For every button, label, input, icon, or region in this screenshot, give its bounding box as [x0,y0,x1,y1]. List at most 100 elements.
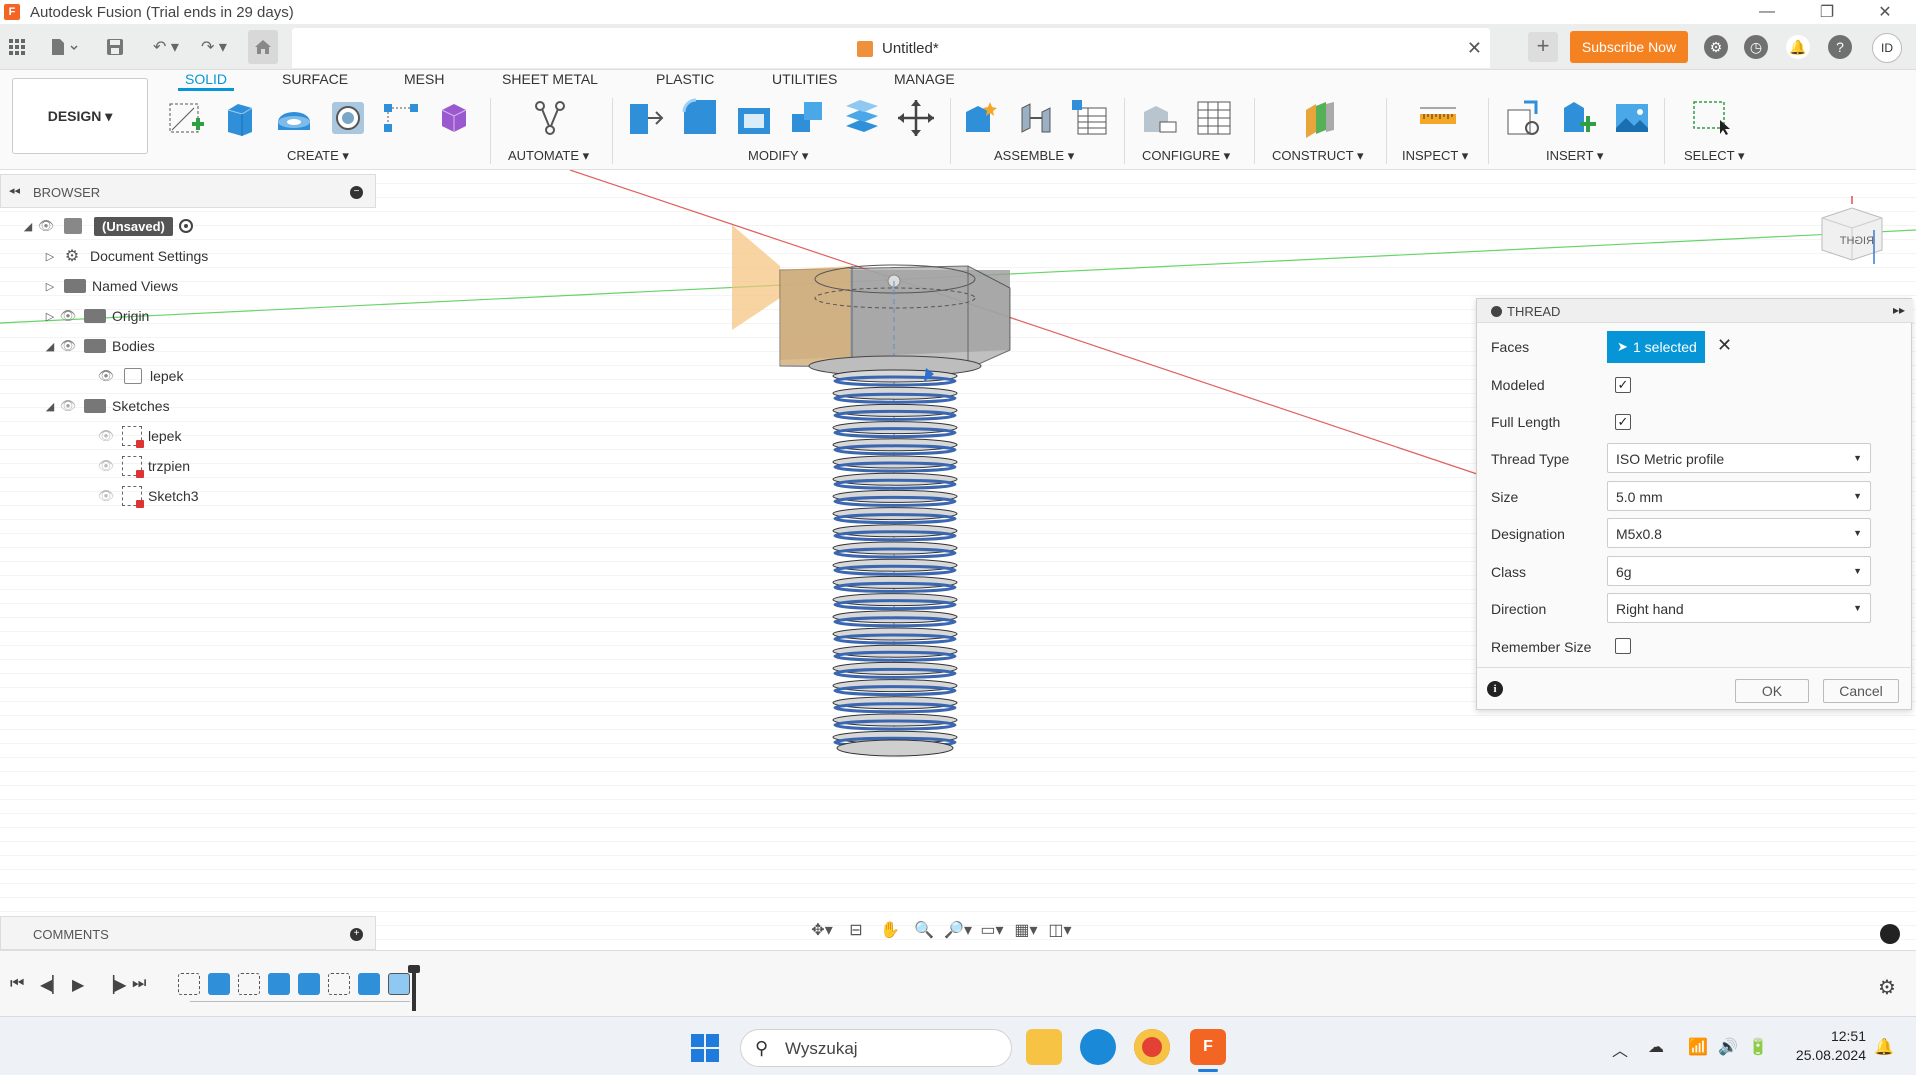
visibility-eye-icon[interactable]: 👁 [96,488,116,504]
user-avatar[interactable]: ID [1872,33,1902,63]
tab-surface[interactable]: SURFACE [282,71,348,89]
notification-bell-icon[interactable]: 🔔 [1874,1037,1894,1057]
collapse-browser-icon[interactable]: ◂◂ [9,184,20,197]
grid-settings-icon[interactable]: ▦▾ [1012,919,1040,943]
joint-icon[interactable] [1016,98,1056,138]
insert-mcmaster-icon[interactable] [1558,98,1598,138]
timeline-extrude-feature[interactable] [208,973,230,995]
size-select[interactable]: 5.0 mm ▼ [1607,481,1871,511]
tree-item-body-lepek[interactable]: 👁 lepek [96,363,183,389]
configure-menu[interactable]: CONFIGURE ▾ [1142,148,1230,164]
minimize-button[interactable]: — [1744,0,1790,24]
create-sketch-icon[interactable] [166,98,206,138]
extensions-icon[interactable]: ⚙ [1704,35,1728,59]
tab-plastic[interactable]: PLASTIC [656,71,714,89]
automate-menu[interactable]: AUTOMATE ▾ [508,148,589,164]
expand-arrow-icon[interactable]: ▷ [42,310,58,323]
expand-arrow-icon[interactable]: ◢ [20,220,36,233]
press-pull-icon[interactable] [626,98,666,138]
workspace-switcher[interactable]: DESIGN ▾ [12,78,148,154]
cancel-button[interactable]: Cancel [1823,679,1899,703]
expand-arrow-icon[interactable]: ▷ [42,280,58,293]
clear-selection-icon[interactable]: ✕ [1717,335,1732,356]
thread-type-select[interactable]: ISO Metric profile ▼ [1607,443,1871,473]
timeline-extrude-feature[interactable] [268,973,290,995]
activate-radio-icon[interactable] [178,219,193,233]
ok-button[interactable]: OK [1735,679,1809,703]
save-icon[interactable] [102,34,128,60]
windows-start-icon[interactable] [690,1033,720,1063]
visibility-eye-icon[interactable]: 👁 [58,308,78,324]
insert-derive-icon[interactable] [1504,98,1544,138]
job-status-icon[interactable]: ◷ [1744,35,1768,59]
tree-root-unsaved[interactable]: ◢ 👁 (Unsaved) [20,213,193,239]
dialog-collapse-icon[interactable] [1491,306,1502,317]
modify-menu[interactable]: MODIFY ▾ [748,148,808,164]
chat-icon[interactable] [1880,924,1900,944]
form-icon[interactable] [434,98,474,138]
tab-sheet-metal[interactable]: SHEET METAL [502,71,598,89]
timeline-sketch-feature[interactable] [328,973,350,995]
tree-item-origin[interactable]: ▷ 👁 Origin [42,303,150,329]
class-select[interactable]: 6g ▼ [1607,556,1871,586]
bom-table-icon[interactable] [1070,98,1110,138]
subscribe-now-button[interactable]: Subscribe Now [1570,31,1688,63]
timeline-sketch-feature[interactable] [178,973,200,995]
measure-icon[interactable] [1418,98,1458,138]
revolve-icon[interactable] [274,98,314,138]
pattern-icon[interactable] [382,98,422,138]
restore-button[interactable]: ❐ [1804,0,1850,24]
add-comment-icon[interactable]: + [350,928,363,941]
select-icon[interactable] [1690,98,1730,138]
expand-dialog-icon[interactable]: ▸▸ [1893,303,1905,317]
home-icon[interactable] [248,30,278,64]
go-to-end-icon[interactable]: ⏭ [132,975,146,993]
orbit-icon[interactable]: ✥▾ [808,919,836,943]
timeline-extrude-feature[interactable] [358,973,380,995]
play-icon[interactable]: ▶ [72,975,84,995]
configuration-table-icon[interactable] [1194,98,1234,138]
offset-face-icon[interactable] [842,98,882,138]
shell-icon[interactable] [734,98,774,138]
insert-canvas-icon[interactable] [1612,98,1652,138]
designation-select[interactable]: M5x0.8 ▼ [1607,518,1871,548]
fit-icon[interactable]: 🔎▾ [944,919,972,943]
insert-menu[interactable]: INSERT ▾ [1546,148,1603,164]
tree-item-sketch3[interactable]: 👁 Sketch3 [96,483,199,509]
step-back-icon[interactable]: ◀▏ [40,975,65,995]
faces-select-button[interactable]: ➤ 1 selected [1607,331,1705,363]
automate-icon[interactable] [530,98,570,138]
select-menu[interactable]: SELECT ▾ [1684,148,1744,164]
wifi-icon[interactable]: 📶 [1688,1037,1708,1057]
info-icon[interactable]: i [1487,681,1503,697]
inspect-menu[interactable]: INSPECT ▾ [1402,148,1468,164]
onedrive-icon[interactable]: ☁ [1648,1037,1664,1057]
tree-item-named-views[interactable]: ▷ Named Views [42,273,178,299]
new-tab-button[interactable]: + [1528,32,1558,62]
collapse-arrow-icon[interactable]: ◢ [42,340,58,353]
modeled-checkbox[interactable]: ✓ [1615,377,1631,393]
extrude-icon[interactable] [220,98,260,138]
pan-icon[interactable]: ✋ [876,919,904,943]
taskbar-search[interactable]: ⚲ Wyszukaj [740,1029,1012,1067]
tab-utilities[interactable]: UTILITIES [772,71,837,89]
zoom-icon[interactable]: 🔍 [910,919,938,943]
display-settings-icon[interactable]: ▭▾ [978,919,1006,943]
assemble-menu[interactable]: ASSEMBLE ▾ [994,148,1074,164]
timeline-thread-feature[interactable] [388,973,410,995]
visibility-eye-icon[interactable]: 👁 [58,338,78,354]
fusion-taskbar-icon[interactable]: F [1190,1029,1226,1065]
configure-icon[interactable] [1140,98,1180,138]
expand-arrow-icon[interactable]: ▷ [42,250,58,263]
notifications-icon[interactable]: 🔔 [1786,35,1810,59]
close-window-button[interactable]: ✕ [1862,0,1908,24]
look-at-icon[interactable]: ⊟ [842,919,870,943]
timeline-settings-gear-icon[interactable]: ⚙ [1878,975,1896,1000]
direction-select[interactable]: Right hand ▼ [1607,593,1871,623]
viewcube[interactable]: RIGHT [1818,194,1888,274]
close-tab-icon[interactable]: ✕ [1467,38,1482,59]
tray-overflow-icon[interactable]: ︿ [1612,1037,1628,1061]
file-menu-icon[interactable] [46,34,82,60]
redo-icon[interactable]: ↷ ▾ [194,34,234,60]
timeline-extrude-feature[interactable] [298,973,320,995]
